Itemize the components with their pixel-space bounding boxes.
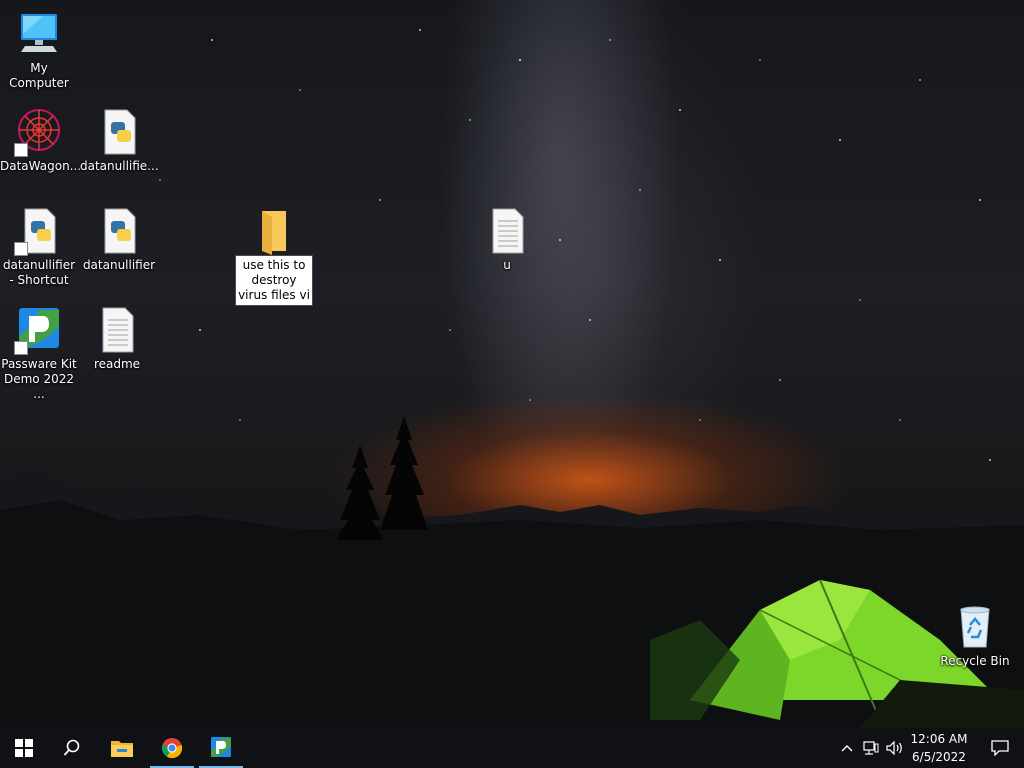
clock-date: 6/5/2022 [912, 750, 966, 764]
icon-label: u [503, 258, 511, 272]
passware-icon [211, 737, 231, 757]
desktop-icon-u[interactable]: u [468, 207, 546, 273]
search-icon [63, 739, 80, 756]
text-file-icon [93, 306, 141, 354]
action-center-button[interactable] [976, 728, 1024, 768]
search-button[interactable] [48, 728, 96, 768]
show-hidden-icons-button[interactable] [836, 728, 858, 768]
text-file-icon [483, 207, 531, 255]
chrome-button[interactable] [148, 728, 196, 768]
taskbar-clock[interactable]: 12:06 AM 6/5/2022 [904, 730, 974, 766]
icon-label: readme [93, 357, 141, 371]
desktop-icon-my-computer[interactable]: My Computer [0, 10, 78, 91]
icon-label: datanullifie... [80, 159, 159, 173]
icon-label: Recycle Bin [940, 654, 1010, 668]
passware-icon [14, 306, 63, 355]
icon-label: datanullifier [82, 258, 156, 272]
datawagon-icon [14, 108, 63, 157]
action-center-icon [991, 740, 1009, 756]
python-file-icon [14, 207, 63, 256]
taskbar: 12:06 AM 6/5/2022 [0, 728, 1024, 768]
volume-icon [886, 741, 902, 755]
folder-icon [250, 207, 298, 255]
icon-label: DataWagon... [0, 159, 82, 173]
icon-label: datanullifier - Shortcut [2, 258, 76, 287]
file-explorer-button[interactable] [98, 728, 146, 768]
desktop-icon-datawagon[interactable]: DataWagon... [0, 108, 82, 174]
shortcut-arrow-icon [14, 143, 28, 157]
python-file-icon [95, 108, 143, 156]
clock-time: 12:06 AM [910, 732, 968, 746]
desktop-icon-datanullifier[interactable]: datanullifier [80, 207, 158, 273]
recycle-bin-icon [951, 603, 999, 651]
desktop-icon-recycle-bin[interactable]: Recycle Bin [936, 603, 1014, 669]
desktop-icon-new-folder[interactable] [235, 207, 313, 258]
file-explorer-icon [111, 741, 133, 757]
desktop-icon-datanullifier-file[interactable]: datanullifie... [80, 108, 159, 174]
chevron-up-icon [841, 745, 853, 752]
start-button[interactable] [0, 728, 48, 768]
python-file-icon [95, 207, 143, 255]
chrome-icon [161, 738, 183, 759]
network-button[interactable] [860, 728, 882, 768]
windows-logo-icon [15, 739, 33, 757]
shortcut-arrow-icon [14, 341, 28, 355]
monitor-icon [15, 10, 63, 58]
desktop-icon-passware[interactable]: Passware Kit Demo 2022 ... [0, 306, 78, 402]
desktop-icon-datanullifier-shortcut[interactable]: datanullifier - Shortcut [0, 207, 78, 288]
rename-folder-text: use this to destroy virus files vi [238, 258, 310, 302]
rename-folder-input[interactable]: use this to destroy virus files vi [235, 255, 313, 306]
volume-button[interactable] [884, 728, 906, 768]
icon-label: My Computer [9, 61, 69, 90]
shortcut-arrow-icon [14, 242, 28, 256]
desktop-icon-readme[interactable]: readme [78, 306, 156, 372]
network-icon [863, 741, 879, 755]
passware-taskbar-button[interactable] [197, 728, 245, 768]
icon-label: Passware Kit Demo 2022 ... [1, 357, 77, 401]
